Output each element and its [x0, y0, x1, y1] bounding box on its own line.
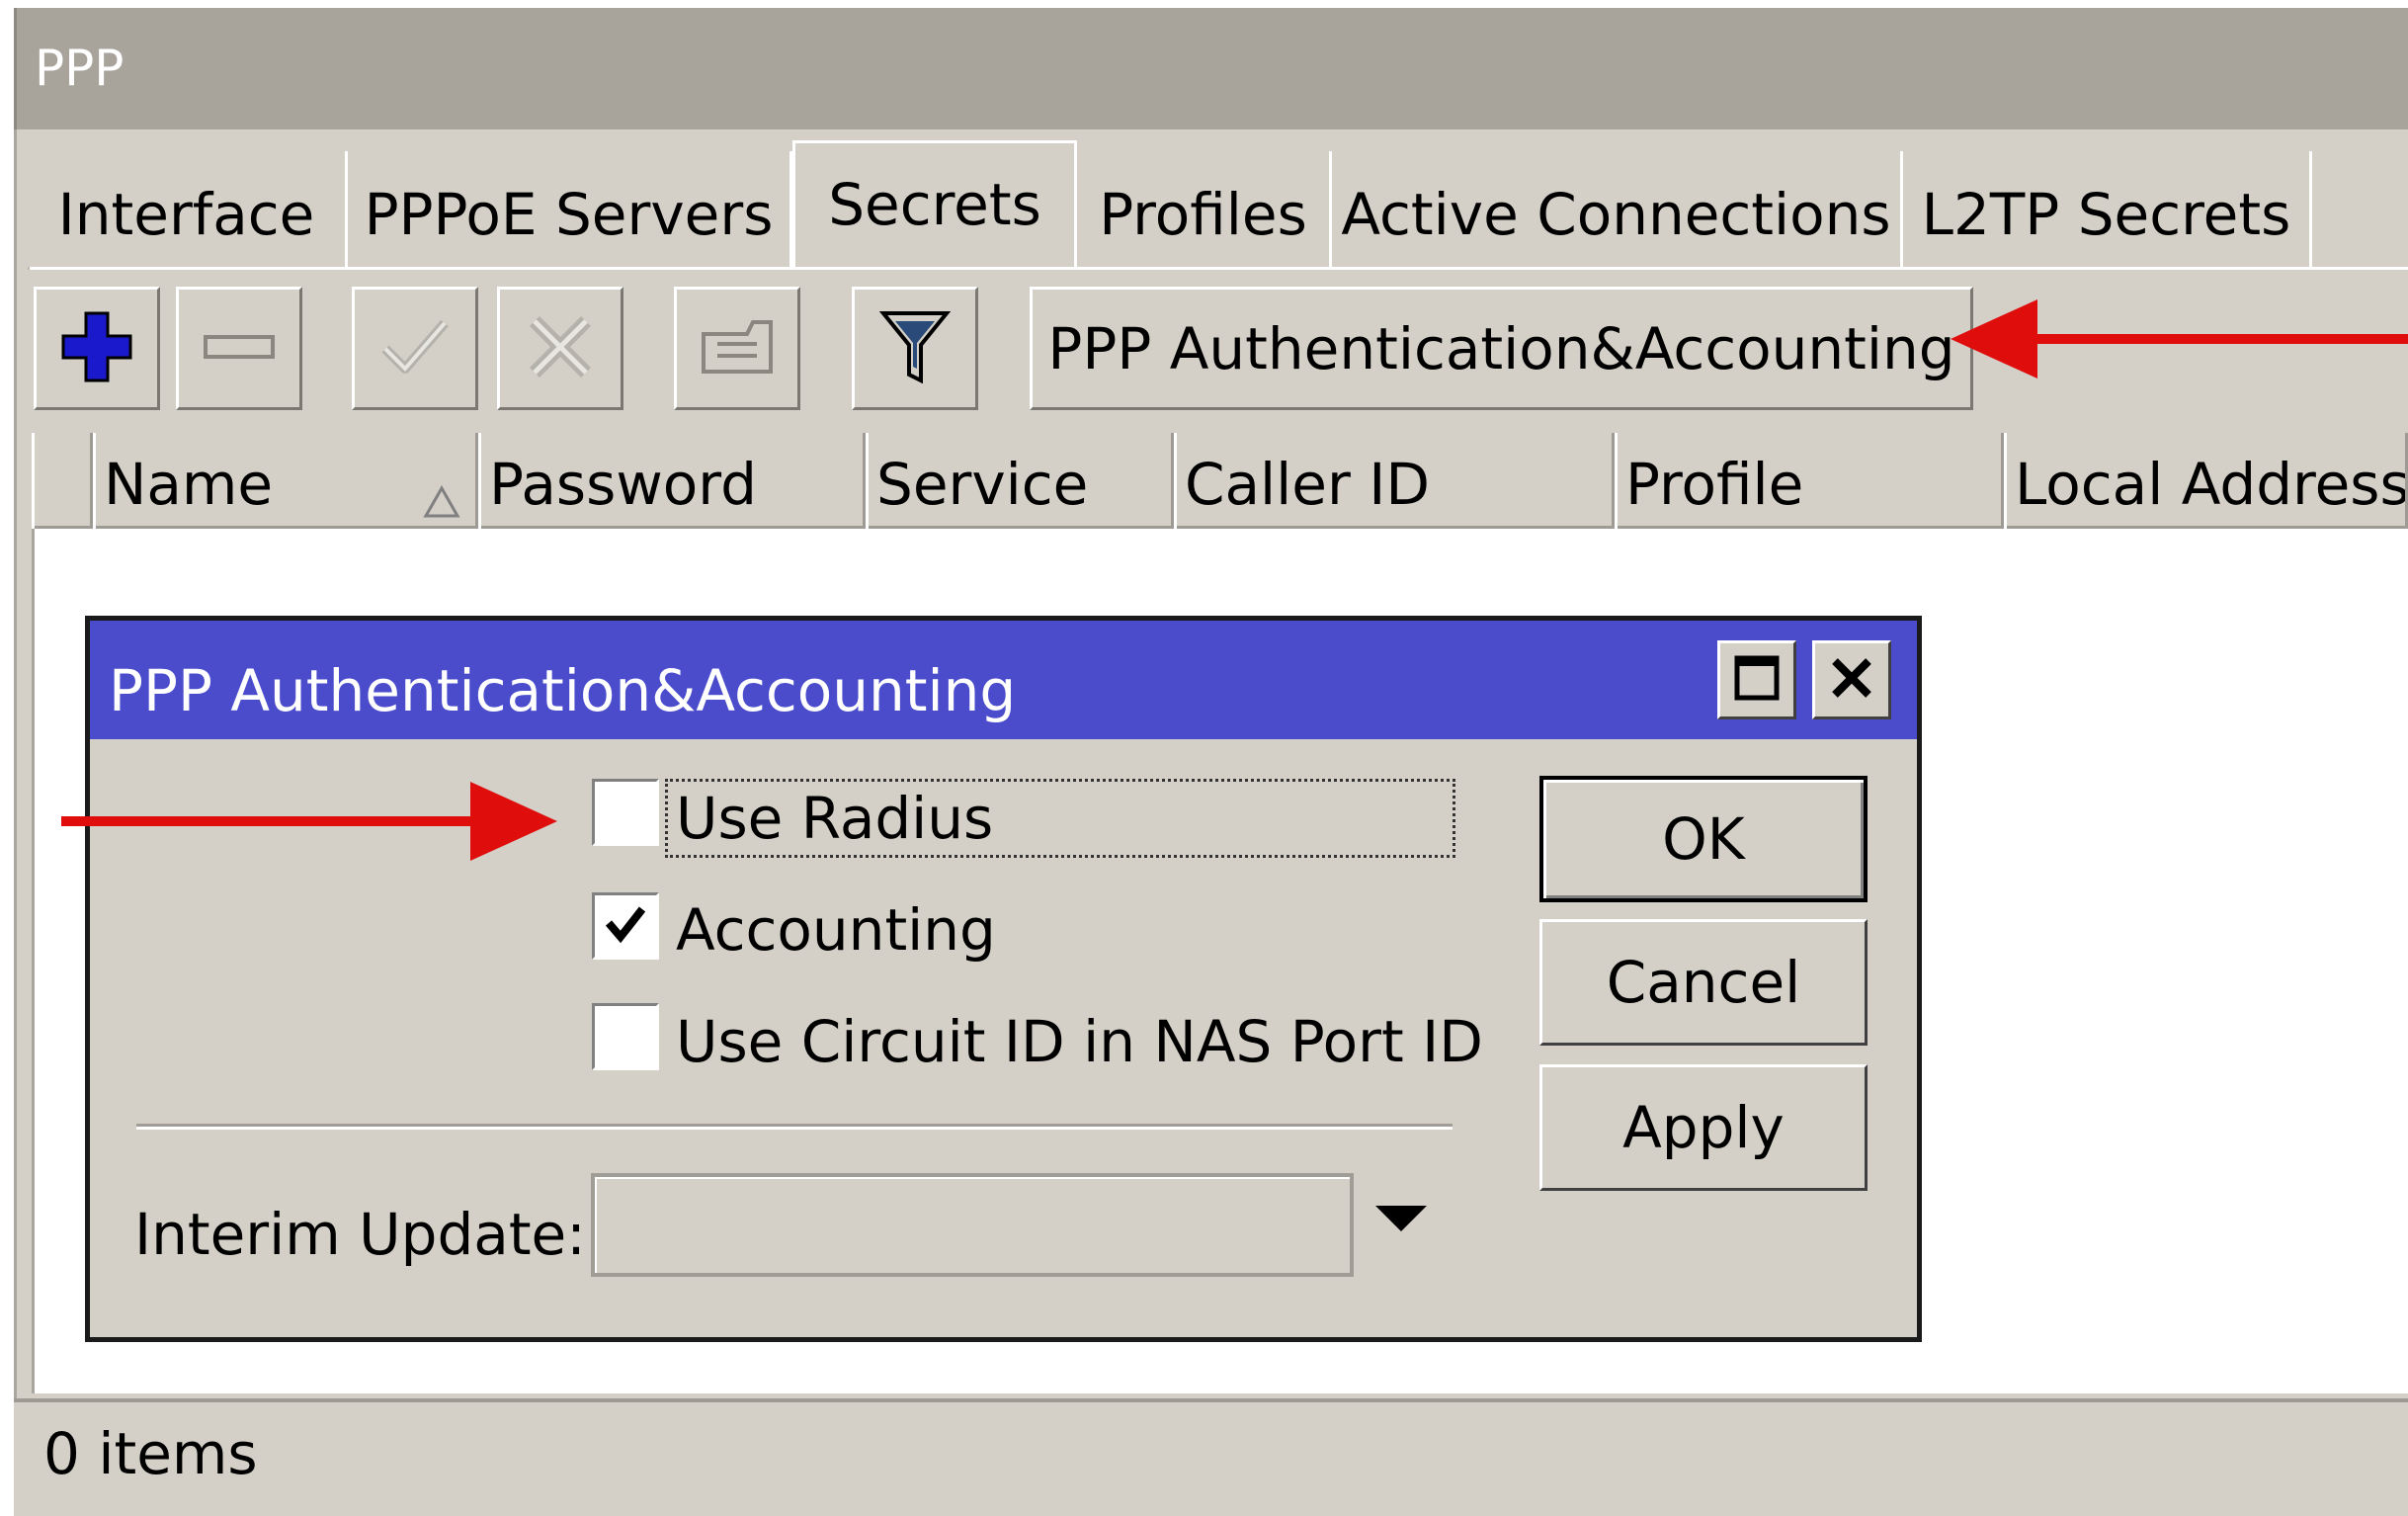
tab-secrets[interactable]: Secrets [792, 140, 1077, 271]
chevron-down-icon [1373, 1204, 1429, 1237]
annotation-arrow-use-radius [61, 777, 557, 866]
column-header-caller-id[interactable]: Caller ID [1174, 433, 1615, 529]
x-icon [523, 309, 598, 388]
accounting-checkbox[interactable] [592, 892, 659, 960]
dialog-title: PPP Authentication&Accounting [109, 657, 1017, 724]
apply-button[interactable]: Apply [1539, 1064, 1868, 1191]
checkmark-icon [601, 899, 650, 953]
window-title: PPP [35, 40, 125, 97]
ppp-authentication-accounting-button[interactable]: PPP Authentication&Accounting [1030, 287, 1973, 410]
annotation-arrow-toolbar [1951, 295, 2408, 383]
tab-pppoe-servers[interactable]: PPPoE Servers [348, 151, 792, 270]
column-header-name[interactable]: Name [93, 433, 478, 529]
interim-update-dropdown[interactable] [1371, 1196, 1431, 1245]
maximize-button[interactable] [1717, 640, 1796, 719]
interim-update-label: Interim Update: [134, 1201, 586, 1268]
ok-button[interactable]: OK [1539, 776, 1868, 902]
minus-icon [202, 327, 277, 371]
check-icon [377, 309, 453, 388]
interim-update-field[interactable] [591, 1173, 1354, 1277]
comment-button[interactable] [674, 287, 800, 410]
tab-profiles[interactable]: Profiles [1077, 151, 1332, 270]
cancel-button[interactable]: Cancel [1539, 919, 1868, 1046]
column-header-profile[interactable]: Profile [1615, 433, 2004, 529]
disable-button[interactable] [497, 287, 623, 410]
close-button[interactable] [1812, 640, 1891, 719]
use-radius-label[interactable]: Use Radius [676, 785, 993, 852]
plus-icon [59, 309, 134, 388]
sort-ascending-icon [422, 466, 461, 529]
column-header-local-address[interactable]: Local Address [2004, 433, 2408, 529]
status-item-count: 0 items [43, 1420, 258, 1487]
add-button[interactable] [34, 287, 160, 410]
filter-icon [878, 307, 952, 390]
remove-button[interactable] [176, 287, 302, 410]
comment-icon [698, 314, 777, 383]
close-icon [1829, 655, 1874, 705]
window-titlebar[interactable] [14, 8, 2408, 129]
use-circuit-id-label[interactable]: Use Circuit ID in NAS Port ID [676, 1008, 1483, 1075]
column-header-password[interactable]: Password [478, 433, 866, 529]
use-radius-checkbox[interactable] [592, 779, 659, 846]
use-circuit-id-checkbox[interactable] [592, 1003, 659, 1070]
maximize-icon [1732, 653, 1782, 707]
enable-button[interactable] [352, 287, 478, 410]
column-selector[interactable] [32, 433, 93, 529]
tab-l2tp-secrets[interactable]: L2TP Secrets [1903, 151, 2312, 270]
column-label: Name [104, 451, 274, 518]
tab-active-connections[interactable]: Active Connections [1332, 151, 1903, 270]
tab-interface[interactable]: Interface [28, 151, 348, 270]
filter-button[interactable] [852, 287, 978, 410]
status-bar [14, 1398, 2408, 1516]
accounting-label[interactable]: Accounting [676, 896, 996, 964]
separator [136, 1124, 1453, 1130]
column-header-service[interactable]: Service [866, 433, 1174, 529]
